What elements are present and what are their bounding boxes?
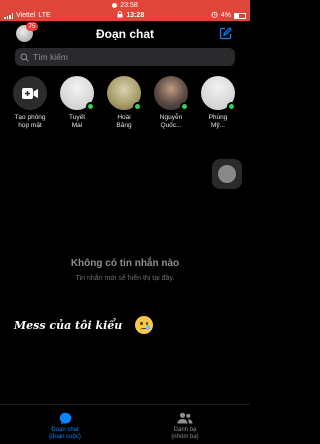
signal-icon bbox=[4, 12, 13, 19]
compose-button[interactable] bbox=[219, 27, 232, 40]
tab-chats[interactable]: Đoạn chat (đoạn cuộc) bbox=[35, 411, 95, 441]
search-placeholder: Tìm kiếm bbox=[33, 52, 68, 62]
story-name: Nguyễn Quốc... bbox=[159, 114, 183, 129]
carrier-name: Viettel bbox=[16, 12, 36, 19]
empty-state-title: Không có tin nhắn nào bbox=[70, 258, 180, 269]
tab-contacts[interactable]: Danh bạ (nhóm bạ) bbox=[155, 411, 215, 441]
friend-tuyet-mai[interactable]: Tuyết Mai bbox=[53, 76, 101, 130]
friend-nguyen-quoc[interactable]: Nguyễn Quốc... bbox=[147, 76, 195, 130]
search-icon bbox=[20, 53, 29, 62]
assistive-touch-button[interactable] bbox=[212, 159, 242, 189]
overlay-caption: Mess của tôi kiểu bbox=[14, 319, 123, 332]
create-room-button[interactable]: Tạo phòng họp mặt bbox=[6, 76, 54, 130]
story-name: Tạo phòng họp mặt bbox=[14, 114, 46, 129]
battery-percent: 4% bbox=[220, 12, 231, 19]
friend-avatar bbox=[201, 76, 236, 111]
chat-bubble-icon bbox=[59, 412, 71, 424]
assistive-touch-icon bbox=[218, 165, 236, 183]
screen-recording-bar: 23:58 bbox=[0, 0, 250, 10]
friend-avatar bbox=[107, 76, 142, 111]
story-name: Phùng Mỹ... bbox=[208, 114, 228, 129]
header: 75 Đoạn chat bbox=[0, 21, 250, 45]
compose-icon bbox=[219, 27, 232, 40]
page-title: Đoạn chat bbox=[95, 27, 154, 41]
friend-avatar bbox=[154, 76, 189, 111]
empty-state-subtitle: Tin nhắn mới sẽ hiển thị tại đây. bbox=[75, 275, 175, 282]
online-dot-icon bbox=[86, 102, 95, 111]
create-room-avatar bbox=[13, 76, 47, 110]
people-icon bbox=[177, 412, 193, 424]
battery-icon bbox=[233, 12, 246, 19]
network-type: LTE bbox=[38, 12, 51, 19]
friend-hoai-bang[interactable]: Hoài Băng bbox=[100, 76, 148, 130]
search-input[interactable]: Tìm kiếm bbox=[15, 48, 235, 66]
friend-phung-my[interactable]: Phùng Mỹ... bbox=[194, 76, 242, 130]
crying-face-icon bbox=[135, 316, 153, 334]
story-name: Tuyết Mai bbox=[68, 114, 85, 129]
story-name: Hoài Băng bbox=[116, 114, 132, 129]
status-bar: Viettel LTE 13:28 4% bbox=[0, 10, 250, 21]
alarm-icon bbox=[211, 11, 218, 20]
online-dot-icon bbox=[180, 102, 189, 111]
recording-time: 23:58 bbox=[120, 1, 138, 9]
record-dot-icon bbox=[112, 2, 118, 8]
online-dot-icon bbox=[227, 102, 236, 111]
lock-icon bbox=[117, 11, 123, 20]
bottom-tab-bar: Đoạn chat (đoạn cuộc) Danh bạ (nhóm bạ) bbox=[0, 404, 250, 444]
active-friends-row: Tạo phòng họp mặt Tuyết Mai Hoài Băng Nguyễ… bbox=[0, 76, 250, 136]
video-plus-icon bbox=[22, 87, 38, 99]
friend-avatar bbox=[60, 76, 95, 111]
online-dot-icon bbox=[133, 102, 142, 111]
status-time: 13:28 bbox=[126, 12, 145, 19]
